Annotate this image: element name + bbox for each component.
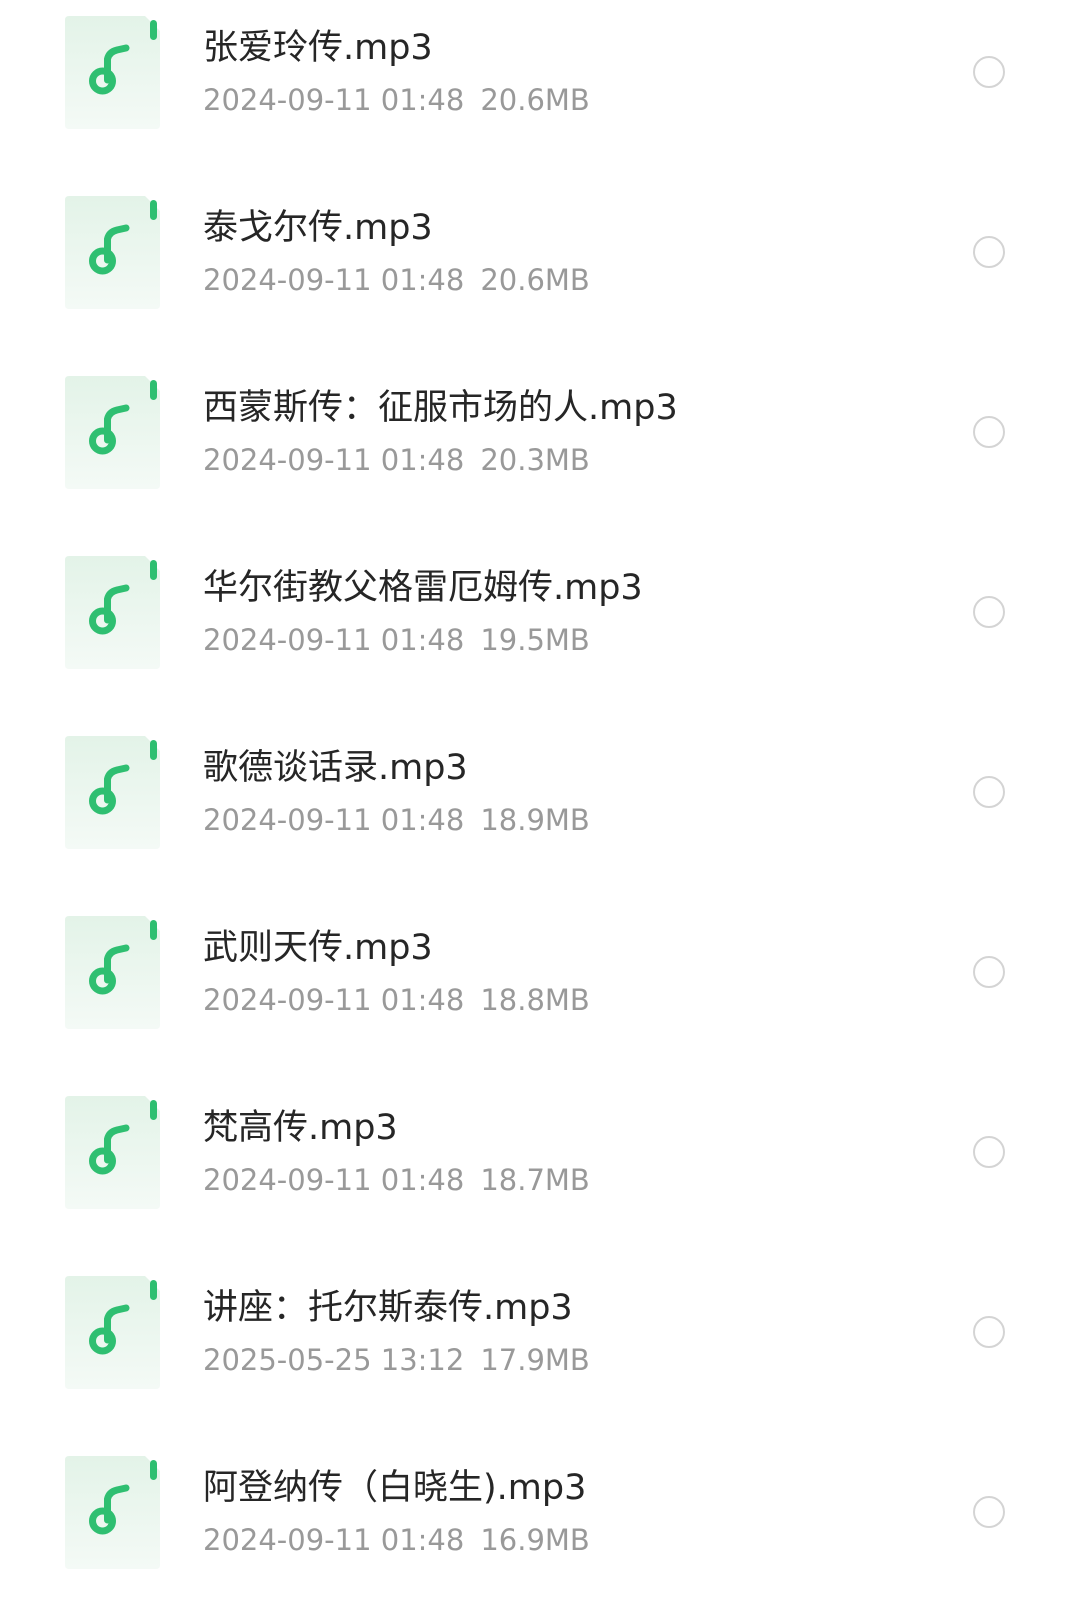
file-size: 20.6MB	[480, 263, 590, 297]
file-size: 20.6MB	[480, 83, 590, 117]
file-date: 2024-09-11 01:48	[203, 1163, 465, 1197]
file-meta: 2024-09-11 01:48 20.3MB	[203, 438, 590, 482]
file-name: 张爱玲传.mp3	[203, 28, 433, 68]
file-list-item[interactable]: 华尔街教父格雷厄姆传.mp3 2024-09-11 01:48 19.5MB	[0, 520, 1080, 700]
file-size: 18.9MB	[480, 803, 590, 837]
file-date: 2024-09-11 01:48	[203, 983, 465, 1017]
file-meta: 2025-05-25 13:12 17.9MB	[203, 1338, 590, 1382]
file-name: 华尔街教父格雷厄姆传.mp3	[203, 568, 643, 608]
file-list-item[interactable]: 阿登纳传（白晓生).mp3 2024-09-11 01:48 16.9MB	[0, 1420, 1080, 1600]
file-date: 2024-09-11 01:48	[203, 623, 465, 657]
file-meta: 2024-09-11 01:48 18.8MB	[203, 978, 590, 1022]
select-radio-icon[interactable]	[973, 416, 1005, 448]
file-list-item[interactable]: 讲座：托尔斯泰传.mp3 2025-05-25 13:12 17.9MB	[0, 1240, 1080, 1420]
file-date: 2024-09-11 01:48	[203, 803, 465, 837]
file-list-item[interactable]: 泰戈尔传.mp3 2024-09-11 01:48 20.6MB	[0, 160, 1080, 340]
select-radio-icon[interactable]	[973, 1496, 1005, 1528]
music-file-icon	[65, 1276, 160, 1389]
file-meta: 2024-09-11 01:48 16.9MB	[203, 1518, 590, 1562]
music-file-icon	[65, 736, 160, 849]
select-radio-icon[interactable]	[973, 776, 1005, 808]
file-list-item[interactable]: 歌德谈话录.mp3 2024-09-11 01:48 18.9MB	[0, 700, 1080, 880]
file-list-item[interactable]: 张爱玲传.mp3 2024-09-11 01:48 20.6MB	[0, 0, 1080, 160]
select-radio-icon[interactable]	[973, 56, 1005, 88]
file-meta: 2024-09-11 01:48 18.9MB	[203, 798, 590, 842]
select-radio-icon[interactable]	[973, 236, 1005, 268]
select-radio-icon[interactable]	[973, 596, 1005, 628]
file-list: 张爱玲传.mp3 2024-09-11 01:48 20.6MB 泰戈尔传.mp…	[0, 0, 1080, 1600]
file-date: 2024-09-11 01:48	[203, 443, 465, 477]
file-name: 歌德谈话录.mp3	[203, 748, 468, 788]
file-list-item[interactable]: 梵高传.mp3 2024-09-11 01:48 18.7MB	[0, 1060, 1080, 1240]
file-list-item[interactable]: 西蒙斯传：征服市场的人.mp3 2024-09-11 01:48 20.3MB	[0, 340, 1080, 520]
file-size: 17.9MB	[480, 1343, 590, 1377]
music-file-icon	[65, 16, 160, 129]
file-size: 16.9MB	[480, 1523, 590, 1557]
file-name: 武则天传.mp3	[203, 928, 433, 968]
music-file-icon	[65, 376, 160, 489]
file-date: 2024-09-11 01:48	[203, 1523, 465, 1557]
file-name: 阿登纳传（白晓生).mp3	[203, 1468, 587, 1508]
music-file-icon	[65, 196, 160, 309]
file-meta: 2024-09-11 01:48 18.7MB	[203, 1158, 590, 1202]
file-list-item[interactable]: 武则天传.mp3 2024-09-11 01:48 18.8MB	[0, 880, 1080, 1060]
file-size: 18.7MB	[480, 1163, 590, 1197]
file-name: 西蒙斯传：征服市场的人.mp3	[203, 388, 678, 428]
file-meta: 2024-09-11 01:48 20.6MB	[203, 78, 590, 122]
file-date: 2024-09-11 01:48	[203, 263, 465, 297]
file-date: 2024-09-11 01:48	[203, 83, 465, 117]
file-name: 梵高传.mp3	[203, 1108, 398, 1148]
music-file-icon	[65, 1456, 160, 1569]
file-meta: 2024-09-11 01:48 19.5MB	[203, 618, 590, 662]
music-file-icon	[65, 1096, 160, 1209]
file-size: 19.5MB	[480, 623, 590, 657]
file-size: 20.3MB	[480, 443, 590, 477]
select-radio-icon[interactable]	[973, 956, 1005, 988]
music-file-icon	[65, 916, 160, 1029]
select-radio-icon[interactable]	[973, 1136, 1005, 1168]
file-date: 2025-05-25 13:12	[203, 1343, 465, 1377]
select-radio-icon[interactable]	[973, 1316, 1005, 1348]
file-name: 讲座：托尔斯泰传.mp3	[203, 1288, 573, 1328]
file-meta: 2024-09-11 01:48 20.6MB	[203, 258, 590, 302]
file-size: 18.8MB	[480, 983, 590, 1017]
music-file-icon	[65, 556, 160, 669]
file-name: 泰戈尔传.mp3	[203, 208, 433, 248]
